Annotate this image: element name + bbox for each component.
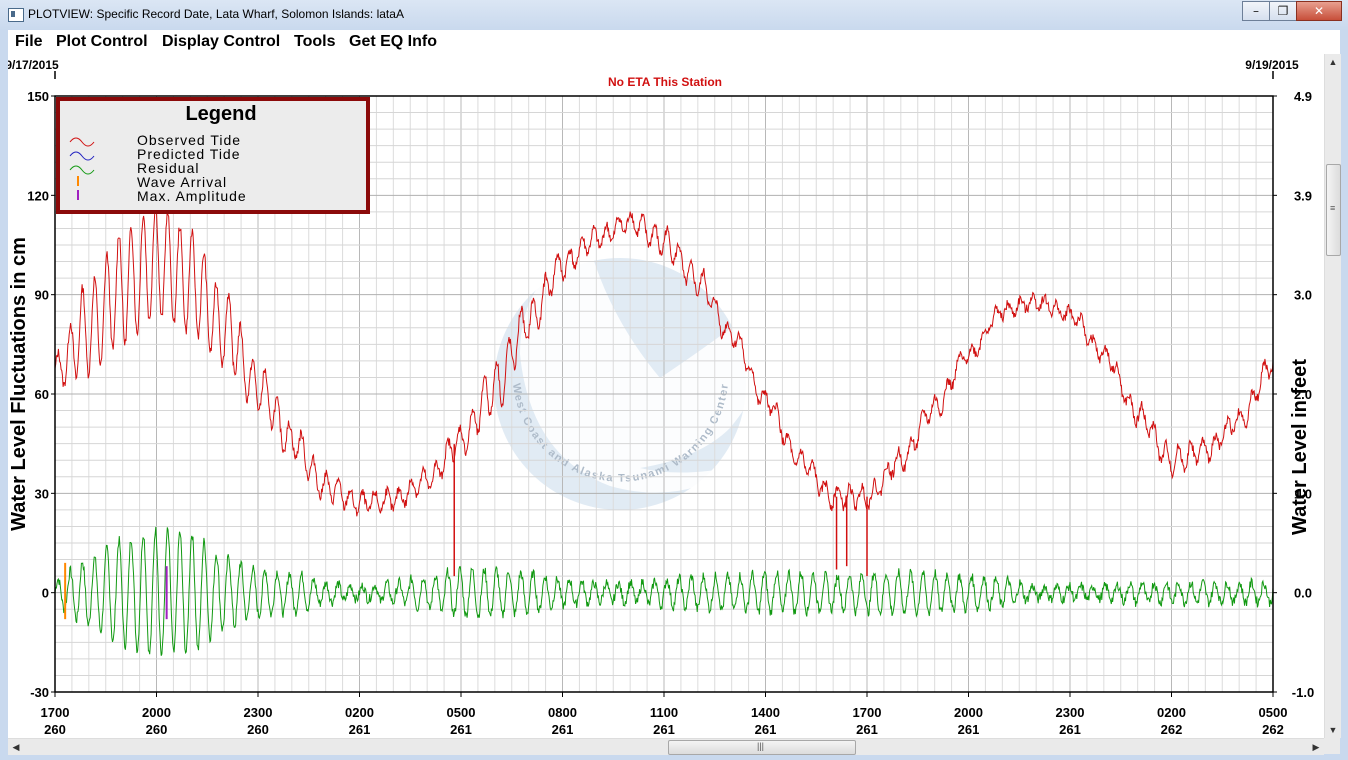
- start-date-label: 9/17/2015: [8, 58, 59, 72]
- window-controls: – ❐ ✕: [1242, 1, 1342, 21]
- menu-tools[interactable]: Tools: [294, 33, 335, 51]
- y-tick-label: 30: [35, 486, 49, 501]
- menu-plot-control[interactable]: Plot Control: [56, 33, 148, 51]
- x-tick-hour-label: 1700: [41, 705, 70, 720]
- minimize-icon[interactable]: –: [1242, 1, 1270, 21]
- scroll-left-icon[interactable]: ◀: [8, 739, 24, 755]
- app-icon[interactable]: [8, 8, 24, 22]
- window-title: PLOTVIEW: Specific Record Date, Lata Wha…: [28, 7, 404, 21]
- menu-bar: File Plot Control Display Control Tools …: [8, 30, 1340, 55]
- x-tick-day-label: 261: [552, 722, 574, 737]
- y2-tick-label: 0.0: [1294, 586, 1312, 601]
- window-border-right: [1340, 30, 1348, 760]
- vertical-scrollbar[interactable]: ▲ ≡ ▼: [1324, 54, 1341, 738]
- scroll-up-icon[interactable]: ▲: [1325, 54, 1341, 70]
- x-tick-hour-label: 2300: [244, 705, 273, 720]
- x-tick-day-label: 262: [1161, 722, 1183, 737]
- legend-title: Legend: [185, 103, 256, 125]
- title-bar: PLOTVIEW: Specific Record Date, Lata Wha…: [0, 0, 1348, 31]
- restore-icon[interactable]: ❐: [1269, 1, 1297, 21]
- x-tick-day-label: 260: [44, 722, 66, 737]
- x-tick-day-label: 262: [1262, 722, 1284, 737]
- x-tick-hour-label: 2300: [1056, 705, 1085, 720]
- x-tick-hour-label: 0500: [1259, 705, 1288, 720]
- y-tick-label: 120: [27, 188, 49, 203]
- x-tick-day-label: 261: [856, 722, 878, 737]
- scroll-right-icon[interactable]: ▶: [1308, 739, 1324, 755]
- x-tick-day-label: 261: [1059, 722, 1081, 737]
- vertical-scroll-thumb[interactable]: ≡: [1326, 164, 1341, 256]
- y2-tick-label: 3.9: [1294, 188, 1312, 203]
- x-tick-day-label: 261: [958, 722, 980, 737]
- x-tick-hour-label: 0200: [1157, 705, 1186, 720]
- noaa-watermark: West Coast and Alaska Tsunami Warning Ce…: [494, 248, 772, 510]
- x-tick-hour-label: 2000: [142, 705, 171, 720]
- x-tick-hour-label: 0800: [548, 705, 577, 720]
- eta-text: No ETA This Station: [608, 75, 722, 89]
- plot-area: West Coast and Alaska Tsunami Warning Ce…: [5, 54, 1340, 738]
- x-tick-hour-label: 0500: [447, 705, 476, 720]
- scrollbar-corner: [1324, 738, 1340, 754]
- x-tick-hour-label: 2000: [954, 705, 983, 720]
- close-icon[interactable]: ✕: [1296, 1, 1342, 21]
- end-date-label: 9/19/2015: [1245, 58, 1299, 72]
- x-tick-hour-label: 1100: [650, 705, 678, 720]
- y-axis-label: Water Level Fluctuations in cm: [8, 237, 30, 531]
- menu-file[interactable]: File: [15, 33, 43, 51]
- tide-chart: West Coast and Alaska Tsunami Warning Ce…: [5, 58, 1314, 737]
- scroll-down-icon[interactable]: ▼: [1325, 722, 1341, 738]
- y2-tick-label: 4.9: [1294, 89, 1312, 104]
- y-tick-label: 0: [42, 586, 49, 601]
- y-tick-label: -30: [30, 685, 49, 700]
- x-tick-hour-label: 1400: [751, 705, 780, 720]
- menu-get-eq-info[interactable]: Get EQ Info: [349, 33, 437, 51]
- y2-tick-label: 3.0: [1294, 288, 1312, 303]
- window-border-left: [0, 30, 8, 760]
- x-tick-day-label: 261: [653, 722, 675, 737]
- x-tick-day-label: 261: [450, 722, 472, 737]
- horizontal-scrollbar[interactable]: ◀ ||| ▶: [8, 738, 1324, 755]
- y-tick-label: 90: [35, 288, 49, 303]
- legend-item-max-amplitude: Max. Amplitude: [137, 188, 247, 204]
- x-tick-hour-label: 1700: [853, 705, 882, 720]
- x-tick-day-label: 261: [349, 722, 371, 737]
- y-tick-label: 60: [35, 387, 49, 402]
- y2-tick-label: -1.0: [1292, 685, 1314, 700]
- x-tick-day-label: 261: [755, 722, 777, 737]
- x-tick-day-label: 260: [247, 722, 269, 737]
- x-tick-hour-label: 0200: [345, 705, 374, 720]
- y2-axis-label: Water Level in feet: [1289, 359, 1311, 535]
- menu-display-control[interactable]: Display Control: [162, 33, 280, 51]
- legend-box: Legend Observed Tide Predicted Tide Resi…: [56, 97, 370, 214]
- y-tick-label: 150: [27, 89, 49, 104]
- horizontal-scroll-thumb[interactable]: |||: [668, 740, 856, 755]
- x-tick-day-label: 260: [146, 722, 168, 737]
